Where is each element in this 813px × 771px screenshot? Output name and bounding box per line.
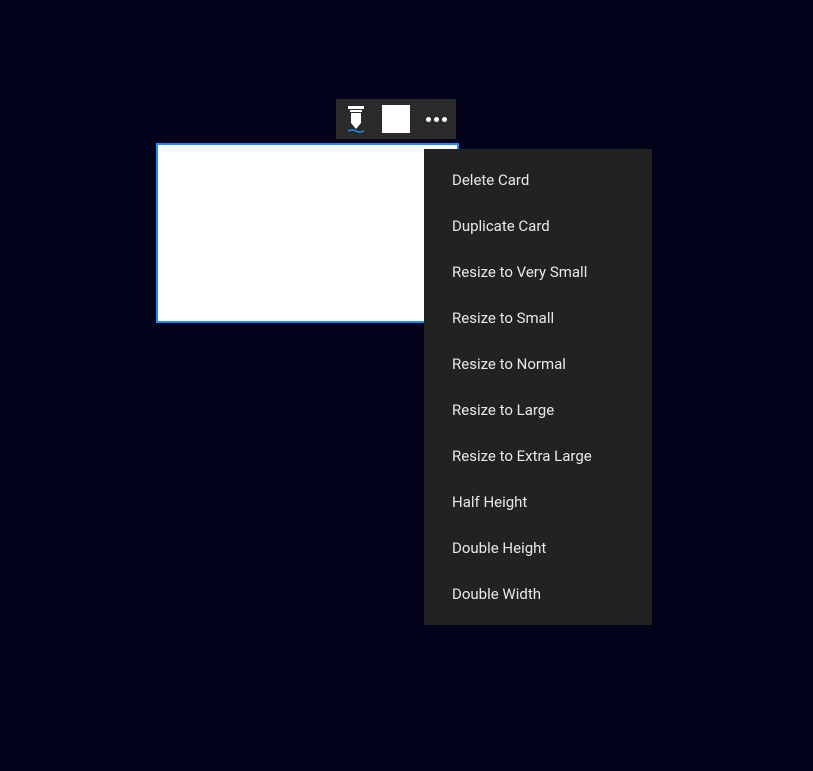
more-icon bbox=[426, 117, 447, 122]
menu-item-half-height[interactable]: Half Height bbox=[424, 479, 652, 525]
color-swatch bbox=[382, 105, 410, 133]
menu-item-resize-very-small[interactable]: Resize to Very Small bbox=[424, 249, 652, 295]
card-context-menu: Delete Card Duplicate Card Resize to Ver… bbox=[424, 149, 652, 625]
pen-tool-button[interactable] bbox=[336, 99, 376, 139]
menu-item-double-width[interactable]: Double Width bbox=[424, 571, 652, 617]
color-picker-button[interactable] bbox=[376, 99, 416, 139]
selected-card[interactable] bbox=[156, 143, 459, 323]
menu-item-delete-card[interactable]: Delete Card bbox=[424, 157, 652, 203]
menu-item-duplicate-card[interactable]: Duplicate Card bbox=[424, 203, 652, 249]
more-options-button[interactable] bbox=[416, 99, 456, 139]
menu-item-resize-extra-large[interactable]: Resize to Extra Large bbox=[424, 433, 652, 479]
menu-item-double-height[interactable]: Double Height bbox=[424, 525, 652, 571]
card-toolbar bbox=[336, 99, 456, 139]
menu-item-resize-small[interactable]: Resize to Small bbox=[424, 295, 652, 341]
menu-item-resize-normal[interactable]: Resize to Normal bbox=[424, 341, 652, 387]
pen-icon bbox=[344, 105, 368, 133]
menu-item-resize-large[interactable]: Resize to Large bbox=[424, 387, 652, 433]
